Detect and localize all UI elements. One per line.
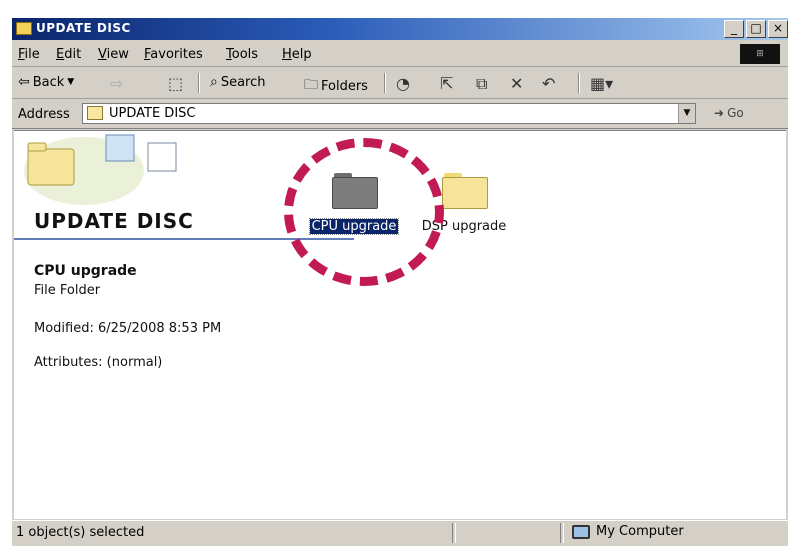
copy-to-icon[interactable]: ⧉ — [476, 74, 487, 94]
selected-item-attributes: Attributes: (normal) — [34, 355, 163, 370]
address-value: UPDATE DISC — [109, 106, 196, 121]
toolbar: ⇦ Back ▼ ⇨ ⬚ ⌕ Search 🗀 Folders ◔ ⇱ ⧉ ✕ … — [12, 68, 788, 99]
move-to-icon[interactable]: ⇱ — [440, 74, 453, 93]
back-label: Back — [32, 74, 65, 90]
history-icon[interactable]: ◔ — [396, 74, 410, 93]
folder-title: UPDATE DISC — [34, 209, 194, 233]
selected-item-type: File Folder — [34, 283, 101, 298]
search-label: Search — [220, 74, 266, 90]
maximize-button[interactable]: □ — [746, 20, 766, 38]
back-button[interactable]: ⇦ Back ▼ — [18, 74, 74, 90]
folders-button[interactable]: 🗀 Folders — [304, 74, 368, 98]
folder-icon — [87, 106, 103, 120]
menu-view[interactable]: View — [98, 47, 129, 62]
folders-icon: 🗀 — [304, 77, 318, 93]
selected-item-modified: Modified: 6/25/2008 8:53 PM — [34, 321, 222, 336]
search-button[interactable]: ⌕ Search — [210, 74, 266, 90]
go-label: Go — [727, 106, 744, 120]
folder-banner-art — [14, 131, 264, 211]
window-title: UPDATE DISC — [36, 21, 131, 35]
status-separator — [452, 523, 456, 543]
explorer-window: UPDATE DISC _ □ × File Edit View Favorit… — [12, 18, 788, 546]
highlight-circle — [284, 138, 444, 286]
menu-file[interactable]: File — [18, 47, 40, 62]
minimize-button[interactable]: _ — [724, 20, 744, 38]
selected-item-name: CPU upgrade — [34, 263, 137, 279]
address-dropdown-icon[interactable]: ▼ — [678, 104, 695, 123]
up-folder-icon[interactable]: ⬚ — [168, 74, 183, 93]
address-field[interactable]: UPDATE DISC ▼ — [82, 103, 696, 124]
forward-arrow-icon[interactable]: ⇨ — [110, 74, 123, 93]
address-bar: Address UPDATE DISC ▼ ➜ Go — [12, 100, 788, 129]
go-arrow-icon: ➜ — [714, 106, 725, 120]
chevron-down-icon: ▼ — [67, 77, 75, 87]
status-bar: 1 object(s) selected My Computer — [12, 520, 788, 546]
status-zone-label: My Computer — [596, 524, 684, 539]
window-controls: _ □ × — [724, 20, 788, 38]
address-label: Address — [18, 107, 70, 122]
status-separator — [560, 523, 564, 543]
menu-edit[interactable]: Edit — [56, 47, 81, 62]
folder-icon — [442, 173, 488, 209]
delete-icon[interactable]: ✕ — [510, 74, 523, 93]
title-bar[interactable]: UPDATE DISC _ □ × — [12, 18, 788, 40]
toolbar-separator — [384, 73, 386, 93]
toolbar-separator — [198, 73, 200, 93]
back-arrow-icon: ⇦ — [18, 74, 30, 90]
folder-content: UPDATE DISC CPU upgrade File Folder Modi… — [14, 130, 786, 519]
search-icon: ⌕ — [210, 74, 218, 90]
toolbar-separator — [578, 73, 580, 93]
undo-icon[interactable]: ↶ — [542, 74, 555, 93]
menu-favorites[interactable]: Favorites — [144, 47, 203, 62]
folders-label: Folders — [321, 78, 368, 94]
views-icon[interactable]: ▦▾ — [590, 74, 613, 93]
folder-icon — [16, 22, 32, 35]
menu-bar: File Edit View Favorites Tools Help ⊞ — [12, 42, 788, 67]
menu-help[interactable]: Help — [282, 47, 312, 62]
windows-logo-icon: ⊞ — [740, 44, 780, 64]
status-selection: 1 object(s) selected — [16, 525, 145, 540]
close-button[interactable]: × — [768, 20, 788, 38]
computer-icon — [572, 524, 590, 539]
status-zone: My Computer — [572, 524, 684, 539]
menu-tools[interactable]: Tools — [226, 47, 258, 62]
go-button[interactable]: ➜ Go — [714, 106, 744, 120]
